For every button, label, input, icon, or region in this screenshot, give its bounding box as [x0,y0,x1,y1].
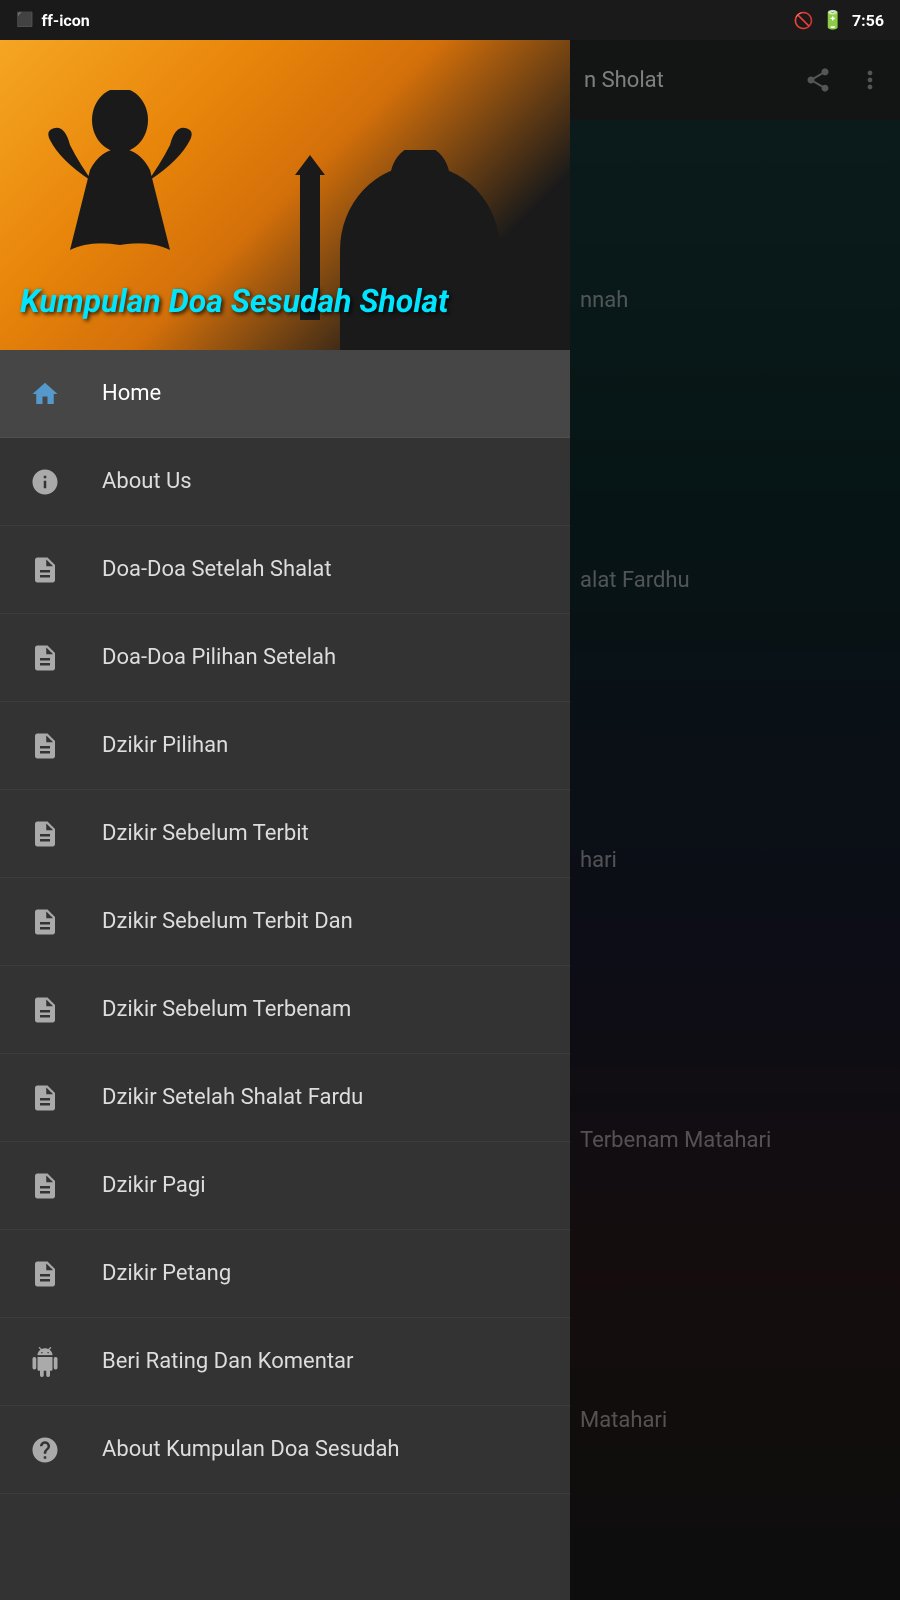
document-icon-2 [24,637,66,679]
menu-label-dzikir-sebelum-terbit: Dzikir Sebelum Terbit [102,821,309,846]
menu-item-dzikir-sebelum-terbit[interactable]: Dzikir Sebelum Terbit [0,790,570,878]
menu-item-dzikir-petang[interactable]: Dzikir Petang [0,1230,570,1318]
screen-icon: ⬛ [16,12,33,28]
menu-item-dzikir-setelah-shalat-fardu[interactable]: Dzikir Setelah Shalat Fardu [0,1054,570,1142]
menu-label-about-us: About Us [102,469,192,494]
app-title: Kumpulan Doa Sesudah Sholat [20,282,449,320]
help-icon [24,1429,66,1471]
drawer-menu: Home About Us Doa-Doa Setelah Shalat [0,350,570,1600]
ff-label: ff-icon [41,11,89,30]
menu-item-doa-setelah-shalat[interactable]: Doa-Doa Setelah Shalat [0,526,570,614]
menu-label-dzikir-pilihan: Dzikir Pilihan [102,733,228,758]
menu-label-doa-pilihan: Doa-Doa Pilihan Setelah [102,645,336,670]
time-display: 7:56 [852,11,884,30]
menu-label-home: Home [102,381,161,406]
document-icon-1 [24,549,66,591]
menu-item-doa-pilihan[interactable]: Doa-Doa Pilihan Setelah [0,614,570,702]
status-left: ⬛ ff-icon [16,11,90,30]
document-icon-3 [24,725,66,767]
menu-item-beri-rating[interactable]: Beri Rating Dan Komentar [0,1318,570,1406]
menu-label-about-kumpulan: About Kumpulan Doa Sesudah [102,1437,400,1462]
android-icon [24,1341,66,1383]
navigation-drawer: Kumpulan Doa Sesudah Sholat Home About U… [0,40,570,1600]
signal-icon: 🚫 [794,11,814,30]
document-icon-8 [24,1165,66,1207]
menu-label-dzikir-setelah-shalat-fardu: Dzikir Setelah Shalat Fardu [102,1085,363,1110]
document-icon-4 [24,813,66,855]
menu-item-dzikir-sebelum-terbenam[interactable]: Dzikir Sebelum Terbenam [0,966,570,1054]
menu-label-dzikir-pagi: Dzikir Pagi [102,1173,206,1198]
menu-item-about-kumpulan[interactable]: About Kumpulan Doa Sesudah [0,1406,570,1494]
menu-label-dzikir-sebelum-terbenam: Dzikir Sebelum Terbenam [102,997,351,1022]
menu-label-beri-rating: Beri Rating Dan Komentar [102,1349,353,1374]
info-icon [24,461,66,503]
status-right: 🚫 🔋 7:56 [794,10,884,31]
document-icon-9 [24,1253,66,1295]
drawer-header: Kumpulan Doa Sesudah Sholat [0,40,570,350]
battery-icon: 🔋 [822,10,844,31]
menu-item-about-us[interactable]: About Us [0,438,570,526]
menu-label-dzikir-petang: Dzikir Petang [102,1261,231,1286]
document-icon-5 [24,901,66,943]
status-bar: ⬛ ff-icon 🚫 🔋 7:56 [0,0,900,40]
home-icon [24,373,66,415]
menu-item-dzikir-pagi[interactable]: Dzikir Pagi [0,1142,570,1230]
document-icon-7 [24,1077,66,1119]
document-icon-6 [24,989,66,1031]
menu-item-dzikir-sebelum-terbit-dan[interactable]: Dzikir Sebelum Terbit Dan [0,878,570,966]
menu-label-doa-setelah-shalat: Doa-Doa Setelah Shalat [102,557,332,582]
menu-item-dzikir-pilihan[interactable]: Dzikir Pilihan [0,702,570,790]
mosque-silhouette [290,150,510,350]
menu-label-dzikir-sebelum-terbit-dan: Dzikir Sebelum Terbit Dan [102,909,353,934]
menu-item-home[interactable]: Home [0,350,570,438]
